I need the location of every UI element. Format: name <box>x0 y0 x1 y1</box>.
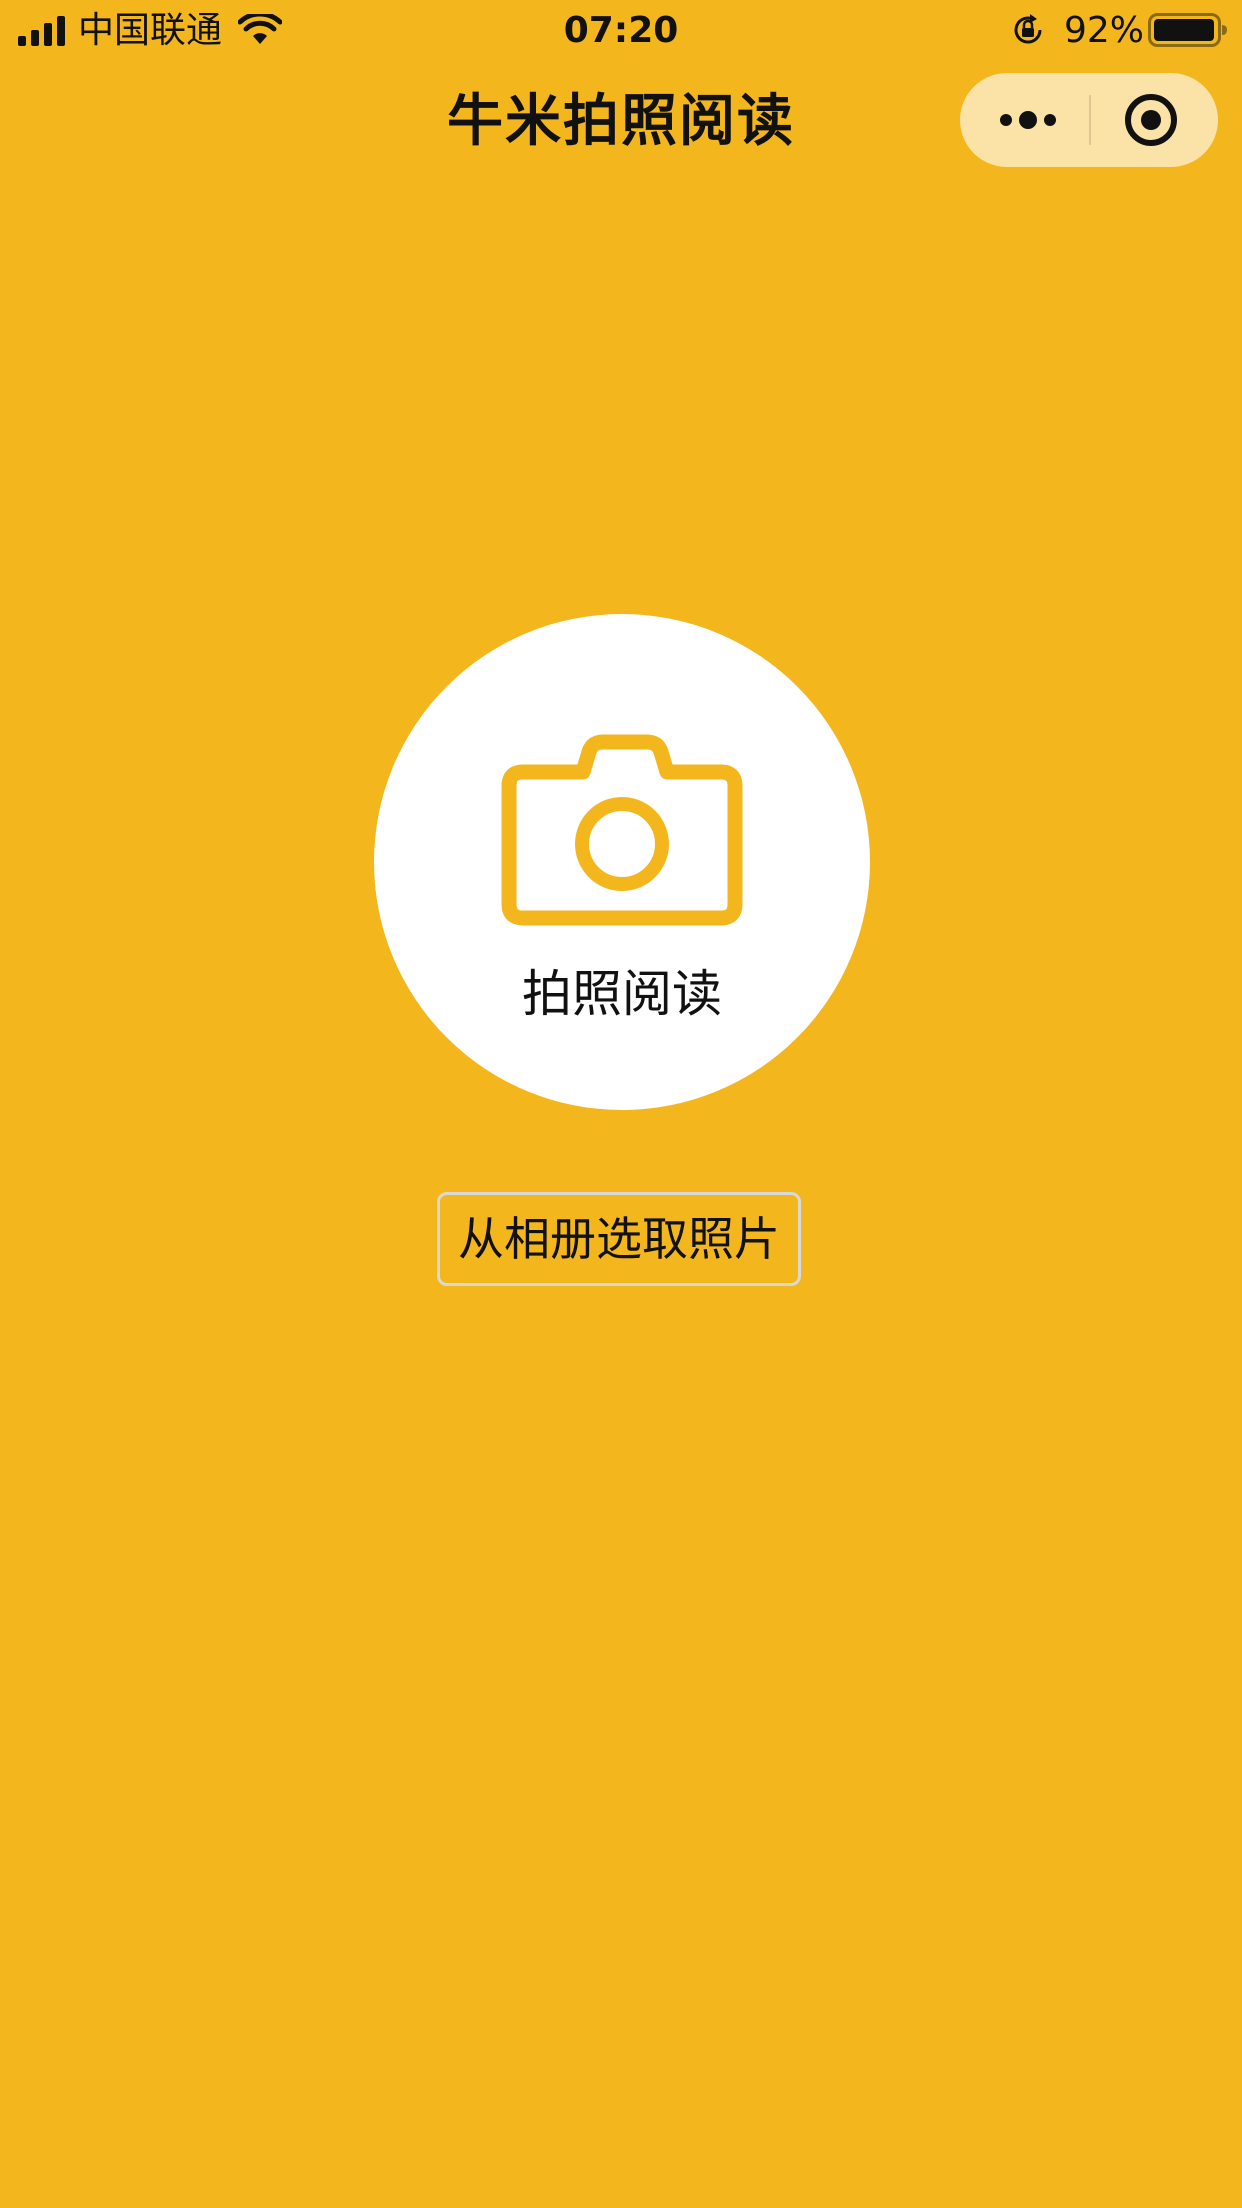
more-button[interactable] <box>960 73 1089 167</box>
battery-icon <box>1148 13 1227 47</box>
choose-from-album-button[interactable]: 从相册选取照片 <box>437 1192 801 1286</box>
battery-percent: 92% <box>1064 10 1145 51</box>
close-button[interactable] <box>1091 73 1218 167</box>
status-bar: 中国联通 07:20 92% <box>0 0 1242 62</box>
status-time: 07:20 <box>563 10 679 51</box>
take-photo-button[interactable]: 拍照阅读 <box>374 614 870 1110</box>
rotation-lock-icon <box>1014 14 1042 44</box>
close-target-icon <box>1125 94 1177 146</box>
camera-icon <box>501 734 743 926</box>
more-icon <box>1000 111 1056 129</box>
take-photo-label: 拍照阅读 <box>522 965 722 1023</box>
nav-bar: 牛米拍照阅读 <box>0 62 1242 178</box>
mini-program-capsule <box>960 73 1218 167</box>
